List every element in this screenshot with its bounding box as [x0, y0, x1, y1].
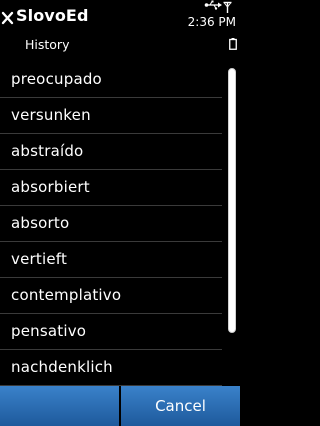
cancel-button[interactable]: Cancel — [121, 386, 240, 426]
history-item-label: absorbiert — [11, 178, 90, 196]
close-icon[interactable] — [1, 8, 15, 28]
history-item-label: abstraído — [11, 142, 84, 160]
history-item[interactable]: nachdenklich — [0, 350, 222, 386]
history-item-label: pensativo — [11, 322, 87, 340]
history-item[interactable]: vertieft — [0, 242, 222, 278]
screen-subtitle: History — [25, 37, 70, 52]
history-item-label: versunken — [11, 106, 91, 124]
history-item[interactable]: preocupado — [0, 62, 222, 98]
status-bar: 2:36 PM — [160, 0, 240, 60]
history-item[interactable]: pensativo — [0, 314, 222, 350]
scrollbar[interactable] — [228, 68, 236, 380]
signal-icon — [223, 1, 232, 13]
history-item-label: contemplativo — [11, 286, 122, 304]
softkey-bar: Cancel — [0, 386, 240, 426]
history-item[interactable]: versunken — [0, 98, 222, 134]
cancel-button-label: Cancel — [155, 397, 206, 415]
history-item[interactable]: absorbiert — [0, 170, 222, 206]
clock: 2:36 PM — [187, 15, 236, 29]
left-softkey[interactable] — [0, 386, 119, 426]
app-title: SlovoEd — [16, 6, 89, 25]
history-item[interactable]: abstraído — [0, 134, 222, 170]
battery-icon — [229, 38, 237, 50]
history-item[interactable]: contemplativo — [0, 278, 222, 314]
title-bar: SlovoEd History 2:36 PM — [0, 0, 240, 62]
history-item[interactable]: absorto — [0, 206, 222, 242]
scroll-thumb[interactable] — [228, 68, 236, 333]
history-item-label: preocupado — [11, 70, 102, 88]
history-item-label: nachdenklich — [11, 358, 113, 376]
history-list: preocupado versunken abstraído absorbiert ab… — [0, 62, 224, 386]
history-item-label: absorto — [11, 214, 70, 232]
usb-icon — [204, 0, 222, 10]
history-item-label: vertieft — [11, 250, 68, 268]
